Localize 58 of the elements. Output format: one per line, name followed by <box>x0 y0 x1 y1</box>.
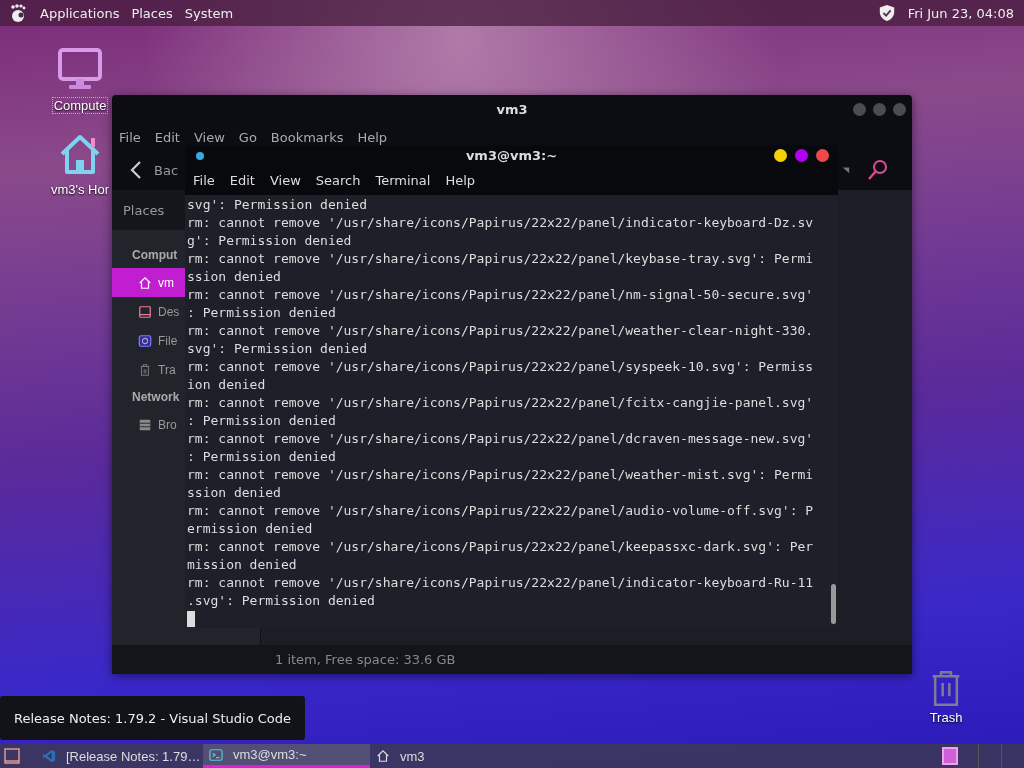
sidebar-item[interactable]: Bro <box>112 410 185 439</box>
terminal-line: ssion denied <box>187 268 282 286</box>
terminal-line: .svg': Permission denied <box>187 592 376 610</box>
sidebar-item[interactable]: Des <box>112 297 185 326</box>
terminal-line: rm: cannot remove '/usr/share/icons/Papirus/22x22/panel/nm-signal-50-secure.svg' <box>187 286 815 304</box>
terminal-line: rm: cannot remove '/usr/share/icons/Papirus/22x22/panel/syspeek-10.svg': Permiss <box>187 358 815 376</box>
terminal-line: rm: cannot remove '/usr/share/icons/Papirus/22x22/panel/fcitx-cangjie-panel.svg' <box>187 394 815 412</box>
terminal-line: rm: cannot remove '/usr/share/icons/Papirus/22x22/panel/dcraven-message-new.svg' <box>187 430 815 448</box>
desktop-icon-label[interactable]: Compute <box>51 97 109 114</box>
terminal-line: rm: cannot remove '/usr/share/icons/Papirus/22x22/panel/weather-mist.svg': Permi <box>187 466 815 484</box>
desktop-icon-label[interactable]: Trash <box>928 710 964 725</box>
desktop-icon-label[interactable]: vm3's Hor <box>49 182 111 197</box>
sidebar-item[interactable]: vm <box>112 268 185 297</box>
terminal-line: : Permission denied <box>187 448 337 466</box>
terminal-line: ermission denied <box>187 520 314 538</box>
status-text: 1 item, Free space: 33.6 GB <box>275 652 456 667</box>
back-button[interactable]: Bac <box>154 162 179 178</box>
taskbar-button[interactable]: vm3 <box>370 744 537 768</box>
window-title: vm3 <box>496 102 528 117</box>
menu-item[interactable]: Search <box>315 173 361 188</box>
terminal-line: rm: cannot remove '/usr/share/icons/Papirus/22x22/panel/keybase-tray.svg': Permi <box>187 250 815 268</box>
sidebar-heading: Comput <box>132 248 178 262</box>
menu-item[interactable]: Go <box>238 129 257 145</box>
sidebar-item[interactable]: File <box>112 326 185 355</box>
menu-item[interactable]: View <box>269 173 301 188</box>
menu-item[interactable]: Bookmarks <box>270 129 344 145</box>
places-dropdown[interactable]: Places <box>123 202 165 218</box>
menu-item[interactable]: Edit <box>229 173 255 188</box>
clock[interactable]: Fri Jun 23, 04:08 <box>907 5 1014 21</box>
terminal-line: rm: cannot remove '/usr/share/icons/Papirus/22x22/panel/weather-clear-night-330. <box>187 322 815 340</box>
menu-item[interactable]: File <box>193 173 215 188</box>
taskbar-button[interactable]: vm3@vm3:~ <box>203 744 370 768</box>
terminal-line: rm: cannot remove '/usr/share/icons/Papirus/22x22/panel/keepassxc-dark.svg': Per <box>187 538 815 556</box>
menu-item[interactable]: Help <box>445 173 476 188</box>
terminal-line: svg': Permission denied <box>187 196 368 214</box>
menu-item[interactable]: Help <box>357 129 388 145</box>
menu-item[interactable]: View <box>193 129 225 145</box>
panel-menu[interactable]: Places <box>131 5 173 21</box>
terminal-line: rm: cannot remove '/usr/share/icons/Papirus/22x22/panel/indicator-keyboard-Dz.sv <box>187 214 815 232</box>
terminal-line: ion denied <box>187 376 267 394</box>
terminal-line: ssion denied <box>187 484 282 502</box>
terminal-line: : Permission denied <box>187 304 337 322</box>
terminal-line: : Permission denied <box>187 412 337 430</box>
terminal-line: mission denied <box>187 556 298 574</box>
taskbar-button[interactable]: [Release Notes: 1.79… <box>36 744 203 768</box>
tooltip: Release Notes: 1.79.2 - Visual Studio Code <box>0 696 306 740</box>
sidebar-item[interactable]: Tra <box>112 355 185 384</box>
sidebar-heading: Network <box>132 390 180 404</box>
menu-item[interactable]: Edit <box>154 129 180 145</box>
terminal-line: rm: cannot remove '/usr/share/icons/Papirus/22x22/panel/indicator-keyboard-Ru-11 <box>187 574 815 592</box>
menu-item[interactable]: Terminal <box>375 173 431 188</box>
terminal-line: g': Permission denied <box>187 232 353 250</box>
panel-menu[interactable]: System <box>184 5 234 21</box>
panel-menu[interactable]: Applications <box>40 5 120 21</box>
window-title: vm3@vm3:~ <box>465 148 558 163</box>
menu-item[interactable]: File <box>119 129 141 145</box>
terminal-line: svg': Permission denied <box>187 340 368 358</box>
terminal-line: rm: cannot remove '/usr/share/icons/Papirus/22x22/panel/audio-volume-off.svg': P <box>187 502 815 520</box>
